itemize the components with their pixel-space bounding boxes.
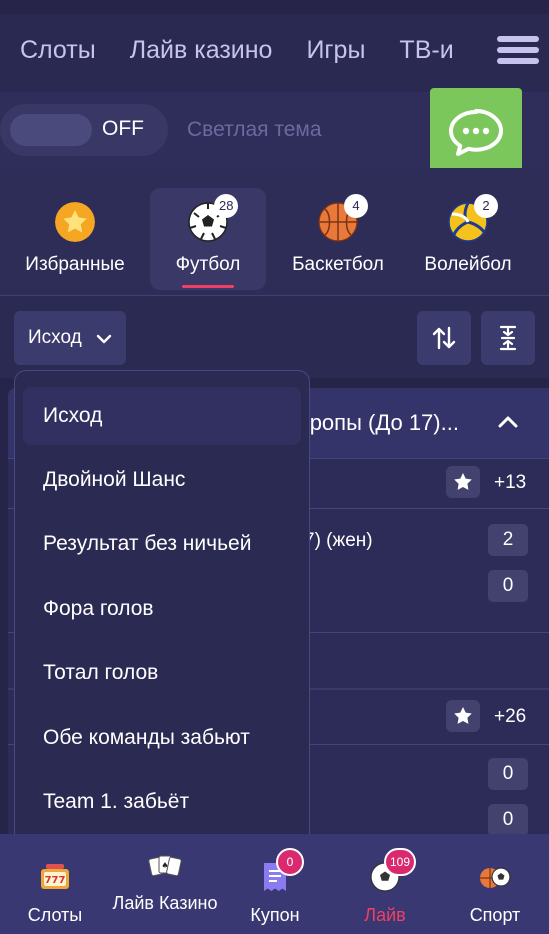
bottom-nav-label: Лайв <box>364 905 406 925</box>
sports-tabs: Избранные 28 Футбол 4 Баскетбол 2 Волейб… <box>0 168 549 296</box>
toggle-state-label: OFF <box>102 117 144 140</box>
market-dropdown: Исход Двойной Шанс Результат без ничьей … <box>14 370 310 834</box>
nav-link-games[interactable]: Игры <box>306 36 365 65</box>
market-select[interactable]: Исход <box>14 311 126 365</box>
more-markets-count[interactable]: +26 <box>494 706 526 728</box>
chevron-down-icon <box>96 334 112 344</box>
sport-label: Футбол <box>175 254 241 275</box>
sport-count-badge: 4 <box>344 194 368 218</box>
bottom-nav-live-casino[interactable]: ♠ Лайв Казино <box>110 834 220 934</box>
bottom-nav-coupon[interactable]: 0 Купон <box>220 834 330 934</box>
market-option[interactable]: Тотал голов <box>23 644 301 702</box>
team-name: 7) (жен) <box>304 530 373 551</box>
favorite-star-button[interactable] <box>446 466 480 498</box>
sport-tab-favorites[interactable]: Избранные <box>17 188 133 290</box>
chat-bubble-icon <box>449 109 503 156</box>
active-tab-indicator <box>182 285 234 288</box>
star-icon <box>454 707 472 724</box>
hamburger-menu-icon[interactable] <box>497 36 539 70</box>
market-option[interactable]: Обе команды забьют <box>23 709 301 767</box>
cards-icon: ♠ <box>148 855 182 877</box>
theme-toggle[interactable]: OFF <box>0 104 168 156</box>
top-nav-links: Слоты Лайв казино Игры ТВ-и <box>20 36 454 65</box>
sport-tab-volleyball[interactable]: 2 Волейбол <box>410 188 526 290</box>
sport-tab-football[interactable]: 28 Футбол <box>150 188 266 290</box>
chat-button[interactable] <box>430 88 522 179</box>
bottom-nav-sport[interactable]: Спорт <box>440 834 549 934</box>
score-team2: 0 <box>488 804 528 836</box>
market-option[interactable]: Team 1. забьёт <box>23 773 301 831</box>
nav-link-slots[interactable]: Слоты <box>20 36 96 65</box>
score-team1: 2 <box>488 524 528 556</box>
light-theme-label: Светлая тема <box>187 118 322 141</box>
star-icon <box>454 473 472 490</box>
chevron-up-icon[interactable] <box>496 412 520 432</box>
nav-link-live-casino[interactable]: Лайв казино <box>130 36 273 65</box>
market-option[interactable]: Двойной Шанс <box>23 451 301 509</box>
market-select-value: Исход <box>28 327 82 348</box>
market-option[interactable]: Исход <box>23 387 301 445</box>
sport-balls-icon <box>480 867 511 888</box>
sort-arrows-icon <box>432 326 456 350</box>
bottom-nav-slots[interactable]: 777 Слоты <box>0 834 110 934</box>
sport-label: Волейбол <box>424 254 512 275</box>
more-markets-count[interactable]: +13 <box>494 472 526 494</box>
bottom-nav-label: Слоты <box>27 905 83 925</box>
score-team1: 0 <box>488 758 528 790</box>
bottom-nav: 777 Слоты ♠ Лайв Казино 0 Купон 109 Лайв <box>0 834 549 934</box>
collapse-all-button[interactable] <box>481 311 535 365</box>
coupon-count-badge: 0 <box>276 848 304 876</box>
svg-text:♠: ♠ <box>161 861 168 870</box>
score-team2: 0 <box>488 570 528 602</box>
market-option[interactable]: Фора голов <box>23 580 301 638</box>
sort-button[interactable] <box>417 311 471 365</box>
collapse-vertical-icon <box>499 325 517 351</box>
market-option[interactable]: Результат без ничьей <box>23 515 301 573</box>
filter-row: Исход <box>0 297 549 377</box>
bottom-nav-label: Купон <box>250 905 300 925</box>
bottom-nav-label: Спорт <box>469 905 521 925</box>
sport-tab-basketball[interactable]: 4 Баскетбол <box>280 188 396 290</box>
favorite-star-button[interactable] <box>446 700 480 732</box>
sport-label: Избранные <box>25 254 125 275</box>
nav-link-tv[interactable]: ТВ-и <box>399 36 453 65</box>
top-nav: Слоты Лайв казино Игры ТВ-и <box>0 0 549 92</box>
sport-count-badge: 2 <box>474 194 498 218</box>
svg-text:777: 777 <box>45 875 66 886</box>
sport-label: Баскетбол <box>292 254 384 275</box>
league-title: вропы (До 17)... <box>298 410 459 435</box>
live-count-badge: 109 <box>384 848 417 876</box>
star-icon <box>55 202 95 242</box>
bottom-nav-live[interactable]: 109 Лайв <box>330 834 440 934</box>
toggle-knob <box>10 114 92 146</box>
sport-count-badge: 28 <box>214 194 239 218</box>
slots-777-icon: 777 <box>41 864 69 889</box>
bottom-nav-label: Лайв Казино <box>112 893 218 913</box>
